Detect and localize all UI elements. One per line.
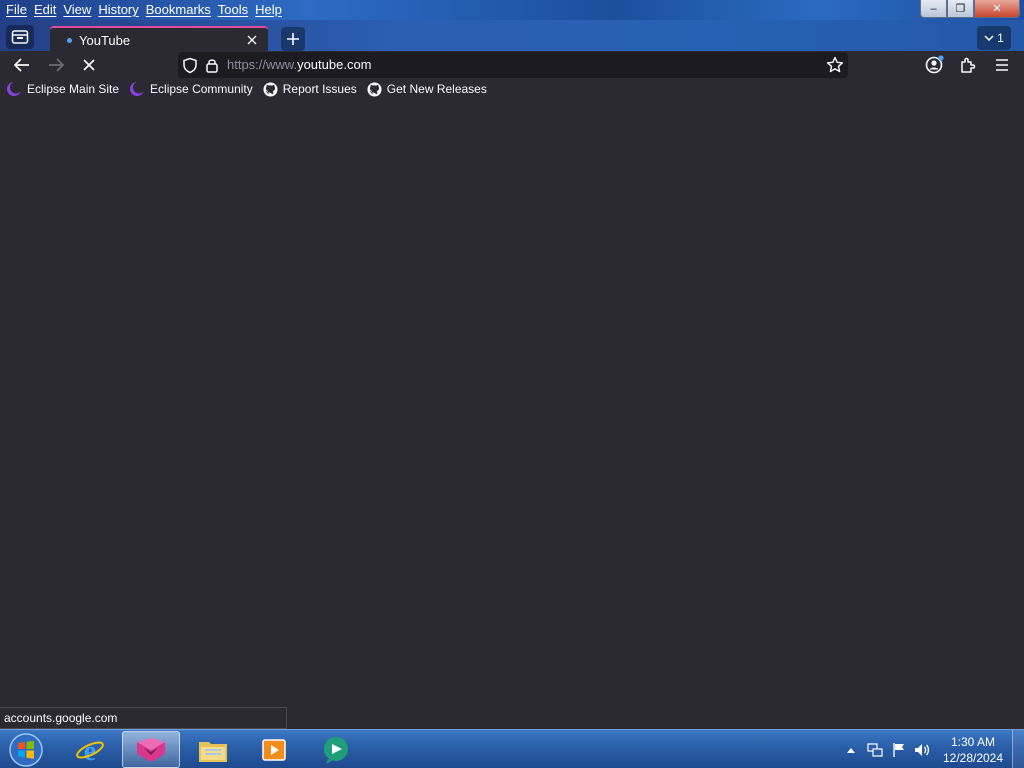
menu-file[interactable]: File — [4, 2, 32, 18]
account-icon — [925, 55, 944, 74]
show-hidden-icons-button[interactable] — [842, 741, 860, 759]
menu-tools[interactable]: Tools — [216, 2, 253, 18]
arrow-right-icon — [49, 58, 65, 72]
bookmark-eclipse-main-site[interactable]: Eclipse Main Site — [6, 81, 119, 97]
firefox-view-icon — [11, 30, 29, 44]
plus-icon — [287, 33, 299, 45]
chevron-up-icon — [847, 747, 855, 753]
network-icon — [867, 742, 883, 757]
menu-help[interactable]: Help — [253, 2, 287, 18]
extensions-button[interactable] — [958, 55, 978, 75]
internet-explorer-icon: e — [76, 736, 104, 765]
url-host: youtube.com — [297, 57, 372, 72]
start-button[interactable] — [6, 731, 46, 768]
network-tray-button[interactable] — [866, 741, 884, 759]
volume-tray-button[interactable] — [914, 741, 932, 759]
flag-icon — [893, 742, 904, 757]
show-desktop-button[interactable] — [1012, 730, 1024, 768]
title-bar: File Edit View History Bookmarks Tools H… — [0, 0, 1024, 20]
minimize-button[interactable]: – — [920, 0, 947, 18]
tab-loading-indicator — [67, 37, 72, 43]
url-text: https://www.youtube.com — [227, 57, 372, 73]
svg-text:e: e — [84, 736, 96, 765]
address-bar[interactable]: https://www.youtube.com — [178, 52, 848, 78]
hamburger-menu-icon — [996, 59, 1008, 71]
url-scheme: https://www. — [227, 57, 298, 72]
speaker-icon — [915, 743, 930, 756]
chevron-down-icon — [984, 35, 994, 42]
action-center-tray-button[interactable] — [890, 741, 908, 759]
tab-title: YouTube — [79, 32, 131, 48]
lock-icon — [206, 59, 218, 73]
puzzle-piece-icon — [961, 57, 976, 73]
clock-time: 1:30 AM — [950, 735, 996, 749]
stop-x-icon — [83, 59, 95, 71]
menu-edit[interactable]: Edit — [32, 2, 61, 18]
bookmark-label: Get New Releases — [386, 82, 487, 96]
menu-view[interactable]: View — [61, 2, 96, 18]
media-player-icon — [262, 738, 286, 761]
tab-count: 1 — [997, 31, 1004, 45]
tab-youtube[interactable]: YouTube — [50, 26, 268, 52]
taskbar-chat-app[interactable] — [307, 731, 365, 768]
back-button[interactable] — [12, 55, 32, 75]
taskbar-browser[interactable] — [122, 731, 180, 768]
new-tab-button[interactable] — [281, 27, 305, 51]
list-all-tabs-button[interactable]: 1 — [977, 26, 1011, 50]
menu-history[interactable]: History — [96, 2, 143, 18]
menu-bar: File Edit View History Bookmarks Tools H… — [4, 2, 287, 18]
window-controls: – ❐ ✕ — [920, 0, 1020, 18]
bookmark-report-issues[interactable]: Report Issues — [263, 81, 357, 97]
bookmark-label: Report Issues — [282, 82, 357, 96]
bookmark-label: Eclipse Main Site — [27, 82, 120, 96]
file-explorer-icon — [199, 741, 227, 762]
firefox-view-button[interactable] — [6, 25, 34, 49]
forward-button[interactable] — [46, 55, 66, 75]
eclipse-icon — [7, 81, 22, 96]
clock-date: 12/28/2024 — [942, 751, 1004, 765]
page-content[interactable] — [0, 99, 1024, 729]
close-tab-button[interactable] — [244, 32, 260, 48]
close-window-button[interactable]: ✕ — [974, 0, 1020, 18]
stop-loading-button[interactable] — [79, 55, 99, 75]
eclipse-icon — [130, 81, 146, 96]
taskbar-media-player[interactable] — [245, 731, 303, 768]
system-tray — [842, 730, 932, 768]
windows-start-orb-icon — [9, 733, 43, 767]
chat-app-icon — [324, 736, 348, 764]
tracking-protection-shield-icon — [183, 57, 197, 74]
browser-icon — [137, 737, 165, 762]
taskbar: e 1:30 AM 12/28/2024 — [0, 729, 1024, 768]
close-icon — [247, 35, 257, 45]
taskbar-internet-explorer[interactable]: e — [61, 731, 119, 768]
status-panel: accounts.google.com — [0, 707, 287, 729]
tab-strip: YouTube 1 — [0, 20, 1024, 52]
restore-button[interactable]: ❐ — [947, 0, 974, 18]
navigation-toolbar: https://www.youtube.com — [0, 51, 1024, 79]
bookmark-label: Eclipse Community — [150, 82, 253, 96]
taskbar-clock[interactable]: 1:30 AM 12/28/2024 — [938, 734, 1008, 766]
arrow-left-icon — [13, 58, 29, 72]
github-icon — [263, 81, 278, 97]
bookmark-eclipse-community[interactable]: Eclipse Community — [129, 81, 253, 97]
bookmarks-toolbar: Eclipse Main Site Eclipse Community Repo… — [0, 79, 1024, 99]
menu-bookmarks[interactable]: Bookmarks — [144, 2, 216, 18]
github-icon — [367, 81, 382, 97]
taskbar-file-explorer[interactable] — [184, 731, 242, 768]
account-button[interactable] — [924, 55, 944, 75]
bookmark-get-new-releases[interactable]: Get New Releases — [367, 81, 487, 97]
open-menu-button[interactable] — [992, 55, 1012, 75]
bookmark-star-icon[interactable] — [826, 56, 844, 74]
